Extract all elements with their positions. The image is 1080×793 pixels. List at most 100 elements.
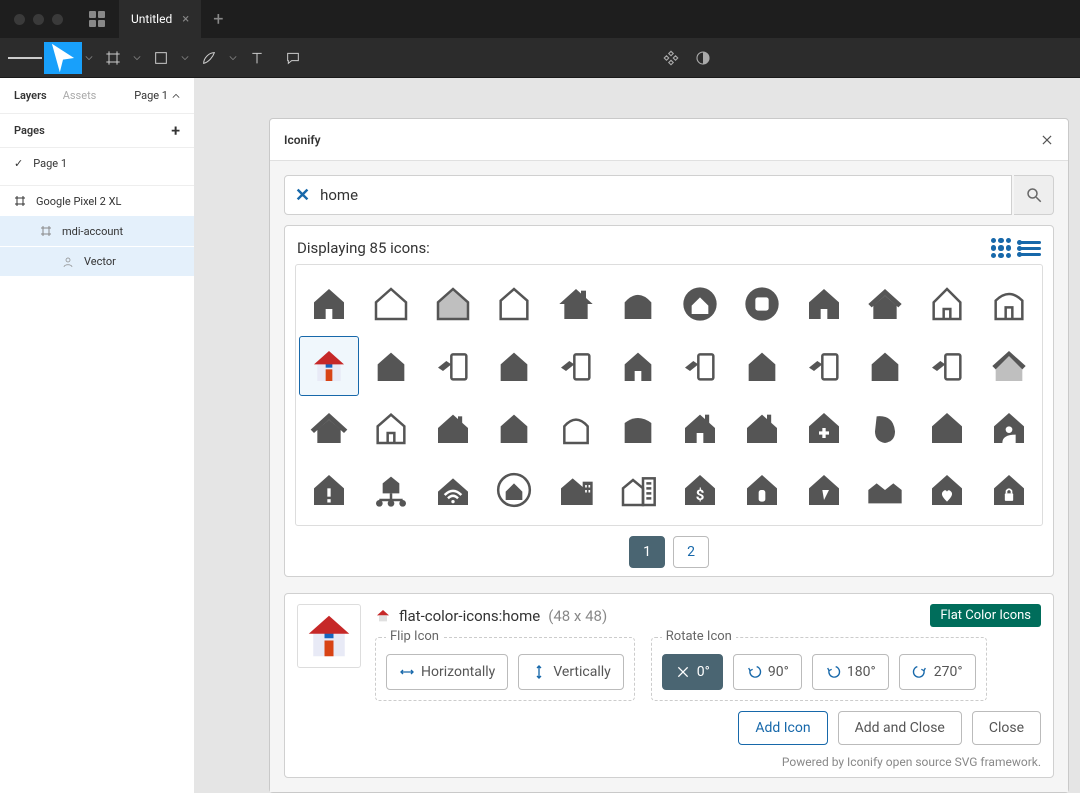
add-icon-button[interactable]: Add Icon	[738, 711, 827, 745]
icon-home-chimney2[interactable]	[671, 399, 729, 457]
icon-home-solid-door[interactable]	[609, 337, 667, 395]
move-tool[interactable]	[44, 42, 82, 74]
icon-smart-home[interactable]	[856, 399, 914, 457]
traffic-max[interactable]	[52, 14, 63, 25]
tab-assets[interactable]: Assets	[63, 89, 97, 102]
icon-home-light[interactable]	[424, 275, 482, 333]
apps-grid-icon[interactable]	[89, 11, 105, 27]
component-layer[interactable]: mdi-account	[0, 216, 194, 246]
tab-layers[interactable]: Layers	[14, 89, 47, 102]
icon-home-circle-outline[interactable]	[485, 461, 543, 519]
page-item[interactable]: ✓ Page 1	[0, 148, 194, 178]
shape-tool-dropdown[interactable]	[180, 54, 190, 62]
icon-home-alert[interactable]	[300, 461, 358, 519]
rotate-90-button[interactable]: 90°	[733, 654, 802, 690]
menu-button[interactable]	[8, 42, 42, 74]
icon-home-square[interactable]	[609, 399, 667, 457]
icon-home-heart[interactable]	[918, 461, 976, 519]
icon-home-lock[interactable]	[980, 461, 1038, 519]
icon-home-outline[interactable]	[362, 275, 420, 333]
plugins-icon[interactable]	[662, 49, 680, 67]
icon-home-screen2[interactable]	[547, 337, 605, 395]
icon-home-solid4[interactable]	[485, 337, 543, 395]
icon-home-screen1[interactable]	[424, 337, 482, 395]
comment-tool[interactable]	[276, 42, 310, 74]
toolbar	[0, 38, 1080, 78]
panel-close-button[interactable]	[1040, 133, 1054, 147]
pen-tool[interactable]	[192, 42, 226, 74]
icon-home-dollar[interactable]: $	[671, 461, 729, 519]
icon-home-gray[interactable]	[980, 337, 1038, 395]
icon-home-solid2[interactable]	[795, 275, 853, 333]
icon-home-screen3[interactable]	[671, 337, 729, 395]
rotate-270-button[interactable]: 270°	[899, 654, 976, 690]
close-tab-icon[interactable]: ×	[182, 12, 189, 27]
icon-home-outline-tall[interactable]	[485, 275, 543, 333]
rotate-fieldset: Rotate Icon 0° 90°	[651, 637, 987, 701]
search-input[interactable]	[320, 186, 1001, 204]
icon-home-arch[interactable]	[980, 275, 1038, 333]
icon-home-circle[interactable]	[671, 275, 729, 333]
shape-tool[interactable]	[144, 42, 178, 74]
icon-home-solid3[interactable]	[362, 337, 420, 395]
icon-home-chimney3[interactable]	[733, 399, 791, 457]
icon-home-screen5[interactable]	[918, 337, 976, 395]
page-dropdown[interactable]: Page 1	[134, 89, 180, 102]
frame-layer[interactable]: Google Pixel 2 XL	[0, 186, 194, 216]
grid-view-button[interactable]	[991, 238, 1011, 258]
move-tool-dropdown[interactable]	[84, 54, 94, 62]
icon-home-solid[interactable]	[300, 275, 358, 333]
page-1[interactable]: 1	[629, 536, 665, 568]
icon-home-zero[interactable]	[733, 461, 791, 519]
icon-home-arrow[interactable]	[795, 461, 853, 519]
icon-home-solid6[interactable]	[856, 337, 914, 395]
close-button[interactable]: Close	[972, 711, 1041, 745]
icon-home-chimney[interactable]	[547, 275, 605, 333]
page-2[interactable]: 2	[673, 536, 709, 568]
list-view-button[interactable]	[1019, 238, 1041, 258]
icon-home-duo[interactable]	[856, 461, 914, 519]
icon-home-wifi[interactable]	[424, 461, 482, 519]
icon-home-outline-door[interactable]	[918, 275, 976, 333]
frame-tool-dropdown[interactable]	[132, 54, 142, 62]
icon-home-hollow[interactable]	[547, 399, 605, 457]
canvas[interactable]: Iconify ✕	[195, 78, 1080, 793]
contrast-icon[interactable]	[694, 49, 712, 67]
icon-home-screen4[interactable]	[795, 337, 853, 395]
icon-home-chimney-solid[interactable]	[424, 399, 482, 457]
icon-home-simple[interactable]	[485, 399, 543, 457]
document-tab[interactable]: Untitled ×	[119, 0, 201, 38]
icon-preview	[297, 604, 361, 668]
clear-search-icon[interactable]: ✕	[295, 185, 310, 206]
frame-tool[interactable]	[96, 42, 130, 74]
icon-home-user[interactable]	[980, 399, 1038, 457]
icon-home-roof[interactable]	[856, 275, 914, 333]
pen-tool-dropdown[interactable]	[228, 54, 238, 62]
add-and-close-button[interactable]: Add and Close	[838, 711, 962, 745]
icon-home-solid5[interactable]	[733, 337, 791, 395]
rotate-180-button[interactable]: 180°	[812, 654, 889, 690]
icon-set-badge[interactable]: Flat Color Icons	[930, 604, 1041, 627]
icon-home-network[interactable]	[362, 461, 420, 519]
text-tool[interactable]	[240, 42, 274, 74]
vector-layer[interactable]: Vector	[0, 246, 194, 276]
icon-home-building2[interactable]	[609, 461, 667, 519]
frame-icon	[14, 195, 26, 207]
icon-home-round[interactable]	[609, 275, 667, 333]
icon-home-outline2[interactable]	[362, 399, 420, 457]
traffic-close[interactable]	[14, 14, 25, 25]
icon-home-wide-roof[interactable]	[300, 399, 358, 457]
icon-home-square-circle[interactable]	[733, 275, 791, 333]
search-button[interactable]	[1014, 175, 1054, 215]
traffic-min[interactable]	[33, 14, 44, 25]
icon-home-plus[interactable]	[795, 399, 853, 457]
icon-home-building1[interactable]	[547, 461, 605, 519]
new-tab-button[interactable]: +	[213, 9, 223, 30]
add-page-button[interactable]: +	[171, 121, 180, 140]
rotate-0-button[interactable]: 0°	[662, 654, 723, 690]
icon-home-solid7[interactable]	[918, 399, 976, 457]
flip-horizontal-button[interactable]: Horizontally	[386, 654, 508, 690]
flip-vertical-button[interactable]: Vertically	[518, 654, 623, 690]
icon-dims: (48 x 48)	[548, 607, 607, 625]
icon-flat-color-home[interactable]	[300, 337, 358, 395]
